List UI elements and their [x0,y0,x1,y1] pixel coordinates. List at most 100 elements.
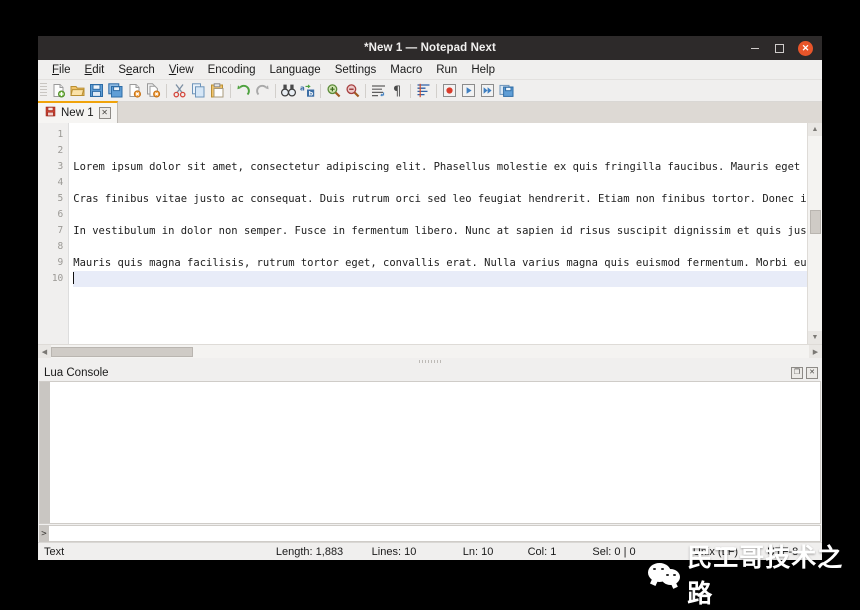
editor-line [73,207,807,223]
lua-prompt-icon: > [39,525,49,542]
toolbar-separator [365,84,366,98]
menu-encoding[interactable]: Encoding [201,62,263,78]
line-number: 6 [38,207,63,223]
menu-bar: FFileile Edit Search View Encoding Langu… [38,60,822,80]
undo-icon[interactable] [234,81,253,100]
notepad-next-window: *New 1 — Notepad Next ✕ FFileile Edit Se… [38,36,822,560]
word-wrap-icon[interactable] [369,81,388,100]
close-button[interactable]: ✕ [798,41,813,56]
save-icon[interactable] [87,81,106,100]
play-macro-icon[interactable] [459,81,478,100]
text-editor[interactable]: Lorem ipsum dolor sit amet, consectetur … [69,123,807,344]
menu-edit[interactable]: Edit [78,62,112,78]
svg-text:a: a [300,84,305,92]
editor-line: Lorem ipsum dolor sit amet, consectetur … [73,159,807,175]
tab-modified-icon [45,106,56,120]
horizontal-scroll-track[interactable] [51,345,809,358]
line-number: 5 [38,191,63,207]
close-panel-icon[interactable]: ✕ [806,367,818,379]
editor-line [73,175,807,191]
line-number: 1 [38,127,63,143]
editor-line [73,239,807,255]
status-encoding[interactable]: UTF-8 [759,546,822,558]
editor-line: Mauris quis magna facilisis, rutrum tort… [73,255,807,271]
window-controls: ✕ [748,41,822,56]
editor-line: In vestibulum in dolor non semper. Fusce… [73,223,807,239]
menu-view[interactable]: View [162,62,201,78]
status-length: Length: 1,883 [268,546,364,558]
toolbar-separator [230,84,231,98]
copy-icon[interactable] [189,81,208,100]
show-whitespace-icon[interactable]: ¶ [388,81,407,100]
tab-label: New 1 [61,107,94,119]
status-ln: Ln: 10 [455,546,520,558]
replace-icon[interactable]: a b [298,81,317,100]
float-panel-icon[interactable]: ❐ [791,367,803,379]
lua-console-title: Lua Console [44,367,109,379]
scroll-left-arrow[interactable]: ◀ [38,345,51,358]
lua-console-output-text [50,382,820,523]
scroll-up-arrow[interactable]: ▲ [808,123,822,136]
line-number: 4 [38,175,63,191]
status-bar: Text Length: 1,883 Lines: 10 Ln: 10 Col:… [38,542,822,560]
find-icon[interactable] [279,81,298,100]
lua-console-header: Lua Console ❐ ✕ [38,364,822,381]
play-multiple-macro-icon[interactable] [478,81,497,100]
window-title: *New 1 — Notepad Next [38,42,822,54]
vertical-scroll-track[interactable] [808,136,822,331]
scroll-down-arrow[interactable]: ▼ [808,331,822,344]
line-number: 3 [38,159,63,175]
line-number: 8 [38,239,63,255]
tab-new-1[interactable]: New 1 ✕ [38,101,118,123]
status-line-ending[interactable]: Unix (LF) [685,546,759,558]
menu-file[interactable]: FFileile [45,62,78,78]
horizontal-scroll-thumb[interactable] [51,347,193,357]
tab-close-icon[interactable]: ✕ [99,107,111,119]
close-all-files-icon[interactable] [144,81,163,100]
menu-macro[interactable]: Macro [383,62,429,78]
editor-line-current [73,271,807,287]
lua-console-output [39,381,821,524]
menu-help[interactable]: Help [464,62,502,78]
line-number-gutter: 1 2 3 4 5 6 7 8 9 10 [38,123,69,344]
minimize-button[interactable] [748,42,761,55]
new-file-icon[interactable] [49,81,68,100]
menu-language[interactable]: Language [263,62,328,78]
toolbar: a b [38,80,822,102]
paste-icon[interactable] [208,81,227,100]
status-document-type[interactable]: Text [38,546,268,558]
zoom-out-icon[interactable] [343,81,362,100]
menu-search[interactable]: Search [111,62,161,78]
menu-run[interactable]: Run [429,62,464,78]
editor-row: 1 2 3 4 5 6 7 8 9 10 Lorem ipsum dolor s… [38,123,822,344]
toolbar-separator [436,84,437,98]
zoom-in-icon[interactable] [324,81,343,100]
editor-horizontal-scrollbar[interactable]: ◀ ▶ [38,344,822,358]
indent-guide-icon[interactable] [414,81,433,100]
redo-icon[interactable] [253,81,272,100]
menu-settings[interactable]: Settings [328,62,384,78]
line-number: 2 [38,143,63,159]
save-macro-icon[interactable] [497,81,516,100]
editor-vertical-scrollbar[interactable]: ▲ ▼ [807,123,822,344]
tab-bar: New 1 ✕ [38,102,822,123]
editor-line [73,143,807,159]
open-file-icon[interactable] [68,81,87,100]
toolbar-grip[interactable] [40,83,47,98]
scroll-right-arrow[interactable]: ▶ [809,345,822,358]
close-file-icon[interactable] [125,81,144,100]
editor-line: Cras finibus vitae justo ac consequat. D… [73,191,807,207]
toolbar-separator [166,84,167,98]
save-all-icon[interactable] [106,81,125,100]
vertical-scroll-thumb[interactable] [810,210,821,234]
lua-console-input-row: > [39,525,821,542]
title-bar: *New 1 — Notepad Next ✕ [38,36,822,60]
line-number: 7 [38,223,63,239]
maximize-button[interactable] [773,42,786,55]
lua-console-input[interactable] [49,525,821,542]
record-macro-icon[interactable] [440,81,459,100]
line-number: 9 [38,255,63,271]
lua-console-panel: Lua Console ❐ ✕ > [38,364,822,542]
text-cursor [73,272,74,284]
cut-icon[interactable] [170,81,189,100]
